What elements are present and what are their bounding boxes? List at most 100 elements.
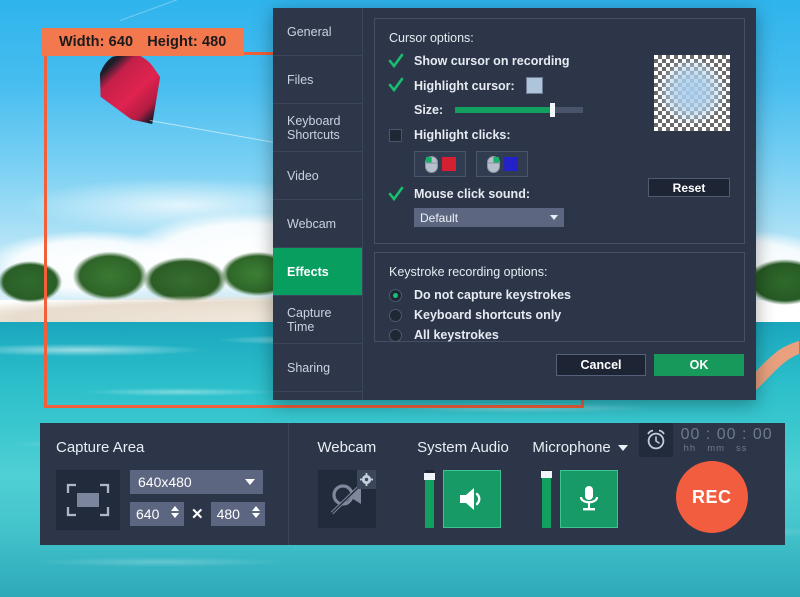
highlight-clicks-checkbox[interactable] — [389, 129, 402, 142]
cursor-highlight-preview — [654, 55, 730, 131]
right-click-swatch — [504, 157, 518, 171]
volume-handle[interactable] — [424, 473, 435, 480]
radio-shortcuts-only[interactable] — [389, 309, 402, 322]
record-section: 00 : 00 : 00 hh mm ss REC — [639, 423, 785, 545]
sidebar-label: Effects — [287, 265, 329, 279]
ok-button[interactable]: OK — [654, 354, 744, 376]
width-stepper[interactable] — [171, 506, 179, 518]
resolution-preset-select[interactable]: 640x480 — [130, 470, 263, 494]
webcam-settings-button[interactable] — [357, 470, 376, 489]
sidebar-item-general[interactable]: General — [273, 8, 362, 56]
volume-handle[interactable] — [541, 471, 552, 478]
microphone-title-row[interactable]: Microphone — [532, 439, 627, 456]
sidebar-item-sharing[interactable]: Sharing — [273, 344, 362, 392]
webcam-section: Webcam — [289, 423, 404, 545]
highlight-cursor-label: Highlight cursor: — [414, 79, 515, 93]
sidebar-item-keyboard-shortcuts[interactable]: Keyboard Shortcuts — [273, 104, 362, 152]
keystroke-option-shortcuts[interactable]: Keyboard shortcuts only — [389, 308, 730, 322]
capture-area-fields: 640x480 640 ✕ 480 — [130, 470, 265, 530]
system-audio-controls — [425, 470, 501, 528]
volume-fill — [425, 477, 434, 528]
left-click-swatch — [442, 157, 456, 171]
system-audio-title: System Audio — [417, 439, 509, 456]
sidebar-item-video[interactable]: Video — [273, 152, 362, 200]
sidebar-label: Webcam — [287, 217, 336, 231]
system-audio-toggle-button[interactable] — [443, 470, 501, 528]
chevron-down-icon — [550, 215, 558, 220]
chevron-down-icon — [245, 479, 255, 485]
recorder-control-bar: Capture Area 640x480 — [40, 423, 785, 545]
radio-label: Keyboard shortcuts only — [414, 308, 561, 322]
timer-unit-mm: mm — [707, 443, 725, 454]
slider-handle[interactable] — [550, 103, 555, 117]
cursor-options-title: Cursor options: — [389, 31, 730, 45]
mouse-left-icon — [425, 156, 438, 173]
show-cursor-checkbox[interactable] — [389, 55, 402, 68]
keystroke-option-none[interactable]: Do not capture keystrokes — [389, 288, 730, 302]
chevron-down-icon[interactable] — [618, 445, 628, 451]
keystroke-options-title: Keystroke recording options: — [389, 265, 730, 279]
show-cursor-label: Show cursor on recording — [414, 54, 570, 68]
radio-all-keystrokes[interactable] — [389, 329, 402, 342]
cancel-button[interactable]: Cancel — [556, 354, 646, 376]
speaker-icon — [457, 486, 487, 512]
width-input[interactable]: 640 — [130, 502, 184, 526]
height-input[interactable]: 480 — [211, 502, 265, 526]
settings-dialog: General Files Keyboard Shortcuts Video W… — [273, 8, 756, 400]
dialog-button-row: Cancel OK — [374, 354, 745, 376]
timer-readout: 00 : 00 : 00 hh mm ss — [673, 423, 773, 454]
gear-icon — [360, 473, 373, 486]
timer-units: hh mm ss — [681, 443, 773, 454]
cursor-glow — [654, 55, 730, 131]
timer-unit-ss: ss — [736, 443, 748, 454]
capture-width-text: Width: 640 — [59, 34, 133, 50]
sidebar-item-webcam[interactable]: Webcam — [273, 200, 362, 248]
system-audio-volume-slider[interactable] — [425, 470, 434, 528]
cursor-size-label: Size: — [414, 103, 443, 117]
webcam-toggle-button[interactable] — [318, 470, 376, 528]
cursor-options-group: Cursor options: Show cursor on recording… — [374, 18, 745, 244]
width-value: 640 — [136, 506, 159, 522]
microphone-volume-slider[interactable] — [542, 470, 551, 528]
highlight-cursor-color-swatch[interactable] — [526, 77, 543, 94]
microphone-title: Microphone — [532, 439, 610, 456]
mouse-click-sound-select[interactable]: Default — [414, 208, 564, 227]
radio-label: Do not capture keystrokes — [414, 288, 571, 302]
radio-do-not-capture[interactable] — [389, 289, 402, 302]
right-click-color-button[interactable] — [476, 151, 528, 177]
microphone-icon — [576, 484, 602, 514]
mouse-click-sound-checkbox[interactable] — [389, 188, 402, 201]
capture-area-controls: 640x480 640 ✕ 480 — [56, 470, 288, 530]
sidebar-label: Sharing — [287, 361, 330, 375]
record-button[interactable]: REC — [676, 461, 748, 533]
keystroke-option-all[interactable]: All keystrokes — [389, 328, 730, 342]
microphone-controls — [542, 470, 618, 528]
timer-digits: 00 : 00 : 00 — [681, 426, 773, 444]
capture-area-title: Capture Area — [56, 439, 288, 456]
cursor-size-slider[interactable] — [455, 107, 583, 113]
dimension-inputs: 640 ✕ 480 — [130, 502, 265, 526]
sidebar-item-files[interactable]: Files — [273, 56, 362, 104]
reset-button[interactable]: Reset — [648, 178, 730, 197]
radio-label: All keystrokes — [414, 328, 499, 342]
sidebar-label: Keyboard Shortcuts — [287, 114, 348, 142]
mouse-click-sound-label: Mouse click sound: — [414, 187, 530, 201]
left-click-color-button[interactable] — [414, 151, 466, 177]
height-value: 480 — [217, 506, 240, 522]
sidebar-item-effects[interactable]: Effects — [273, 248, 362, 296]
app-root: Width: 640 Height: 480 General Files Key… — [0, 0, 800, 597]
sidebar-item-capture-time[interactable]: Capture Time — [273, 296, 362, 344]
sidebar-label: General — [287, 25, 331, 39]
highlight-cursor-checkbox[interactable] — [389, 79, 402, 92]
selected-sound: Default — [420, 211, 458, 225]
microphone-toggle-button[interactable] — [560, 470, 618, 528]
slider-fill — [455, 107, 552, 113]
microphone-section: Microphone — [522, 423, 639, 545]
timer-unit-hh: hh — [684, 443, 697, 454]
height-stepper[interactable] — [252, 506, 260, 518]
alarm-clock-button[interactable] — [639, 423, 673, 457]
keystroke-options-group: Keystroke recording options: Do not capt… — [374, 252, 745, 342]
capture-area-icon-button[interactable] — [56, 470, 120, 530]
capture-timer: 00 : 00 : 00 hh mm ss — [639, 423, 773, 457]
sidebar-label: Files — [287, 73, 313, 87]
